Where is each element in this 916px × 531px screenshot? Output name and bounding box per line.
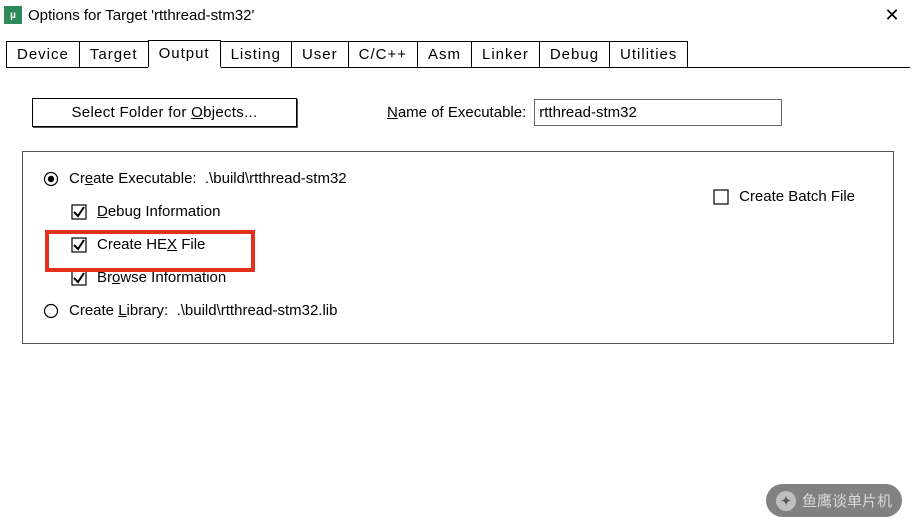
tab-utilities[interactable]: Utilities [609, 41, 688, 67]
radio-unselected-icon [43, 303, 59, 319]
tab-cpp[interactable]: C/C++ [348, 41, 418, 67]
app-icon: µ [4, 6, 22, 24]
debug-info-label: Debug Information [97, 203, 220, 220]
tab-target[interactable]: Target [79, 41, 149, 67]
create-executable-radio[interactable]: Create Executable: .\build\rtthread-stm3… [43, 170, 873, 187]
tab-asm[interactable]: Asm [417, 41, 472, 67]
close-button[interactable]: ✕ [872, 5, 912, 26]
create-hex-checkbox[interactable]: Create HEX File [71, 236, 873, 253]
tab-user[interactable]: User [291, 41, 349, 67]
browse-info-label: Browse Information [97, 269, 226, 286]
tab-debug[interactable]: Debug [539, 41, 610, 67]
name-of-executable-label: Name of Executable: [387, 104, 526, 121]
checkbox-unchecked-icon [713, 189, 729, 205]
create-library-label: Create Library: .\build\rtthread-stm32.l… [69, 302, 337, 319]
tab-listing[interactable]: Listing [220, 41, 292, 67]
output-groupbox: Create Executable: .\build\rtthread-stm3… [22, 151, 894, 344]
checkbox-checked-icon [71, 237, 87, 253]
checkbox-checked-icon [71, 204, 87, 220]
create-executable-label: Create Executable: .\build\rtthread-stm3… [69, 170, 347, 187]
radio-selected-icon [43, 171, 59, 187]
executable-name-input[interactable] [534, 99, 782, 126]
debug-info-checkbox[interactable]: Debug Information [71, 203, 873, 220]
create-library-radio[interactable]: Create Library: .\build\rtthread-stm32.l… [43, 302, 873, 319]
create-batch-label: Create Batch File [739, 188, 855, 205]
tab-output[interactable]: Output [148, 40, 221, 68]
create-hex-label: Create HEX File [97, 236, 205, 253]
wechat-icon: ✦ [776, 491, 796, 511]
checkbox-checked-icon [71, 270, 87, 286]
browse-info-checkbox[interactable]: Browse Information [71, 269, 873, 286]
tab-device[interactable]: Device [6, 41, 80, 67]
create-batch-checkbox[interactable]: Create Batch File [713, 188, 855, 205]
select-folder-button[interactable]: Select Folder for Objects... [32, 98, 297, 127]
watermark: ✦ 鱼鹰谈单片机 [766, 484, 902, 517]
tab-strip: Device Target Output Listing User C/C++ … [6, 40, 910, 68]
window-title: Options for Target 'rtthread-stm32' [28, 7, 872, 24]
watermark-text: 鱼鹰谈单片机 [802, 490, 892, 511]
tab-linker[interactable]: Linker [471, 41, 540, 67]
